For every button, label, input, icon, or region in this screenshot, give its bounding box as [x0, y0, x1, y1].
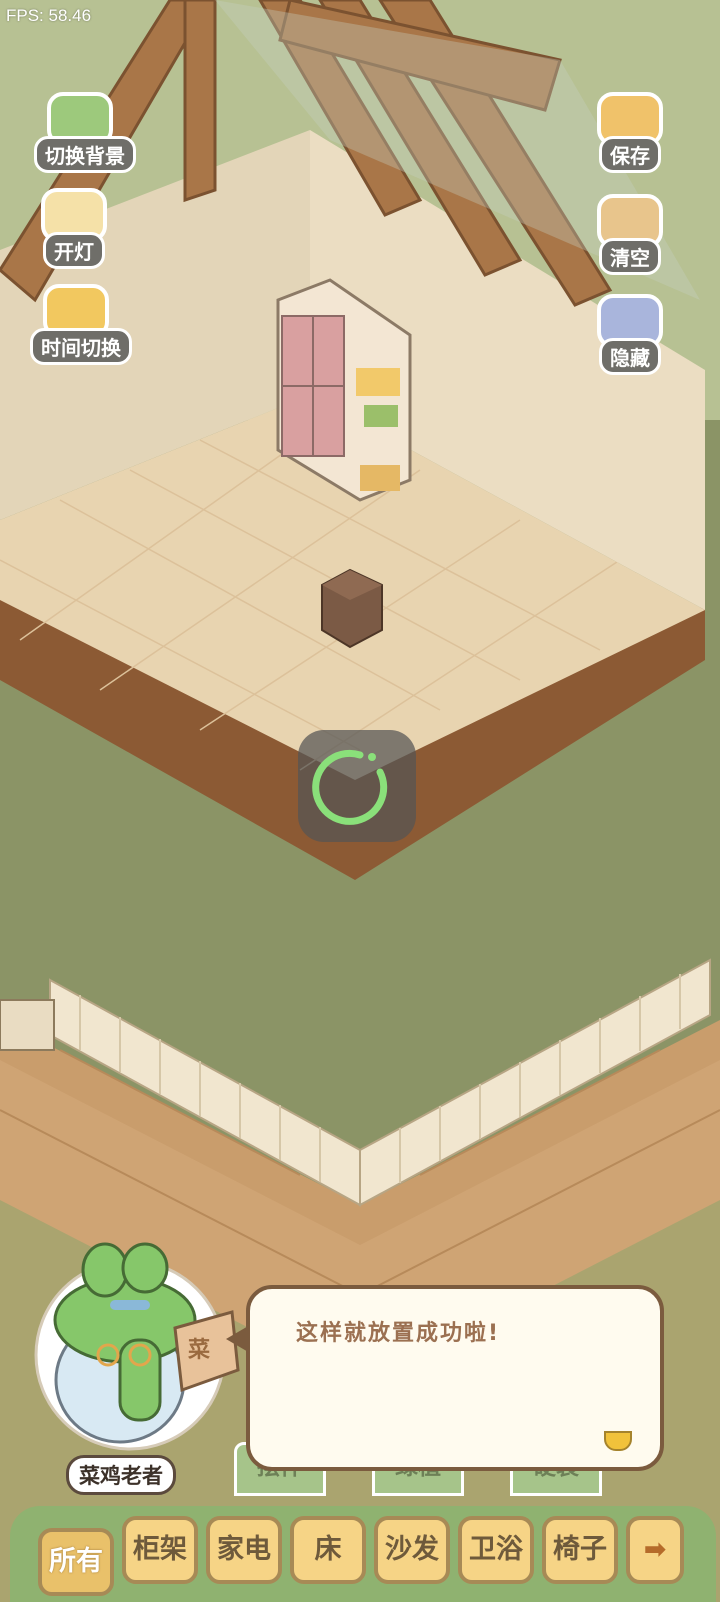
clear-button[interactable]: 清空: [584, 194, 676, 275]
switch-background-button[interactable]: 切换背景: [34, 92, 136, 173]
category-all[interactable]: 所有: [38, 1528, 114, 1596]
category-appliances[interactable]: 家电: [206, 1516, 282, 1584]
category-sofa[interactable]: 沙发: [374, 1516, 450, 1584]
lights-on-button[interactable]: 开灯: [28, 188, 120, 269]
save-button[interactable]: 保存: [584, 92, 676, 173]
category-chairs[interactable]: 椅子: [542, 1516, 618, 1584]
category-bathroom[interactable]: 卫浴: [458, 1516, 534, 1584]
switch-background-label: 切换背景: [34, 136, 136, 173]
hide-button[interactable]: 隐藏: [584, 294, 676, 375]
dialog-bubble[interactable]: 这样就放置成功啦!: [226, 1285, 664, 1471]
continue-arrow-icon[interactable]: [604, 1431, 632, 1451]
book-glyph: 菜: [188, 1338, 211, 1363]
game-scene: FPS: 58.46 切换背景 开灯 时间切换 保存 清空 隐藏 菜 摆件 绿植…: [0, 0, 720, 1602]
next-arrow-icon[interactable]: ➡: [626, 1516, 684, 1584]
category-bed[interactable]: 床: [290, 1516, 366, 1584]
fps-counter: FPS: 58.46: [6, 6, 92, 25]
hide-label: 隐藏: [599, 338, 661, 375]
category-shelves[interactable]: 柜架: [122, 1516, 198, 1584]
clear-label: 清空: [599, 238, 661, 275]
lights-on-label: 开灯: [43, 232, 105, 269]
save-label: 保存: [599, 136, 661, 173]
time-switch-label: 时间切换: [30, 328, 132, 365]
dialog-text: 这样就放置成功啦!: [296, 1321, 501, 1346]
npc-name: 菜鸡老者: [66, 1455, 176, 1495]
time-switch-button[interactable]: 时间切换: [30, 284, 132, 365]
